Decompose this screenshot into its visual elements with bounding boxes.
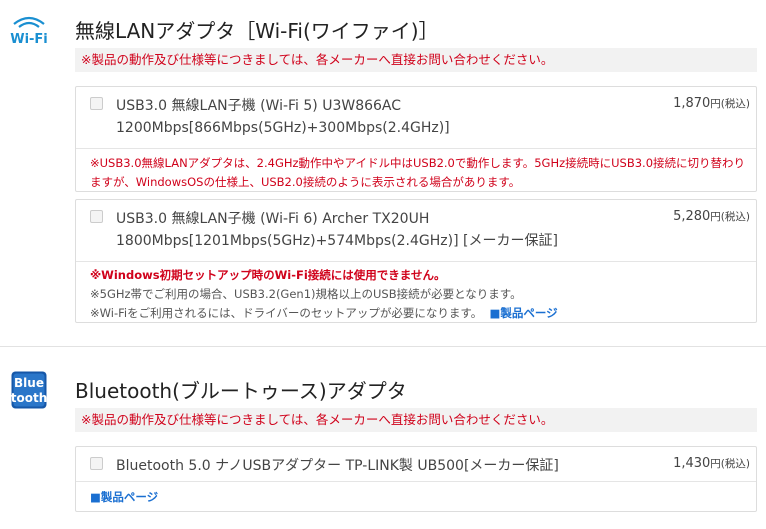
product-note: ※5GHz帯でご利用の場合、USB3.2(Gen1)規格以上のUSB接続が必要と… [90, 287, 522, 301]
bluetooth-notice: ※製品の動作及び仕様等につきましては、各メーカーへ直接お問い合わせください。 [75, 408, 757, 432]
product-checkbox[interactable] [90, 457, 103, 470]
product-name: USB3.0 無線LAN子機 (Wi-Fi 6) Archer TX20UH [116, 211, 430, 227]
wifi-icon: Wi-Fi [8, 14, 50, 47]
wifi-section-title: 無線LANアダプタ［Wi-Fi(ワイファイ)］ [75, 19, 439, 43]
product-warning: ※Windows初期セットアップ時のWi-Fi接続には使用できません。 [90, 268, 446, 282]
section-divider [0, 346, 766, 347]
bluetooth-icon: Blue tooth [11, 371, 47, 409]
product-spec: 1200Mbps[866Mbps(5GHz)+300Mbps(2.4GHz)] [116, 120, 450, 136]
product-name: Bluetooth 5.0 ナノUSBアダプター TP-LINK製 UB500[… [116, 458, 559, 474]
product-note: ※USB3.0無線LANアダプタは、2.4GHz動作中やアイドル中はUSB2.0… [90, 156, 746, 189]
product-page-link[interactable]: ■製品ページ [90, 490, 158, 504]
product-name: USB3.0 無線LAN子機 (Wi-Fi 5) U3W866AC [116, 98, 402, 114]
svg-text:Wi-Fi: Wi-Fi [10, 32, 48, 46]
product-card: Bluetooth 5.0 ナノUSBアダプター TP-LINK製 UB500[… [75, 446, 757, 512]
wifi-notice: ※製品の動作及び仕様等につきましては、各メーカーへ直接お問い合わせください。 [75, 48, 757, 72]
svg-text:Blue: Blue [14, 376, 44, 390]
product-card: USB3.0 無線LAN子機 (Wi-Fi 5) U3W866AC 1200Mb… [75, 86, 757, 192]
product-price: 1,870円(税込) [673, 96, 750, 111]
product-checkbox[interactable] [90, 210, 103, 223]
product-checkbox[interactable] [90, 97, 103, 110]
product-card: USB3.0 無線LAN子機 (Wi-Fi 6) Archer TX20UH 1… [75, 199, 757, 323]
product-price: 5,280円(税込) [673, 209, 750, 224]
product-price: 1,430円(税込) [673, 456, 750, 471]
product-page-link[interactable]: ■製品ページ [490, 306, 558, 320]
bluetooth-section-title: Bluetooth(ブルートゥース)アダプタ [75, 379, 407, 403]
product-spec: 1800Mbps[1201Mbps(5GHz)+574Mbps(2.4GHz)]… [116, 233, 558, 249]
svg-text:tooth: tooth [11, 391, 47, 405]
product-note: ※Wi-Fiをご利用されるには、ドライバーのセットアップが必要になります。 ■製… [90, 306, 558, 320]
